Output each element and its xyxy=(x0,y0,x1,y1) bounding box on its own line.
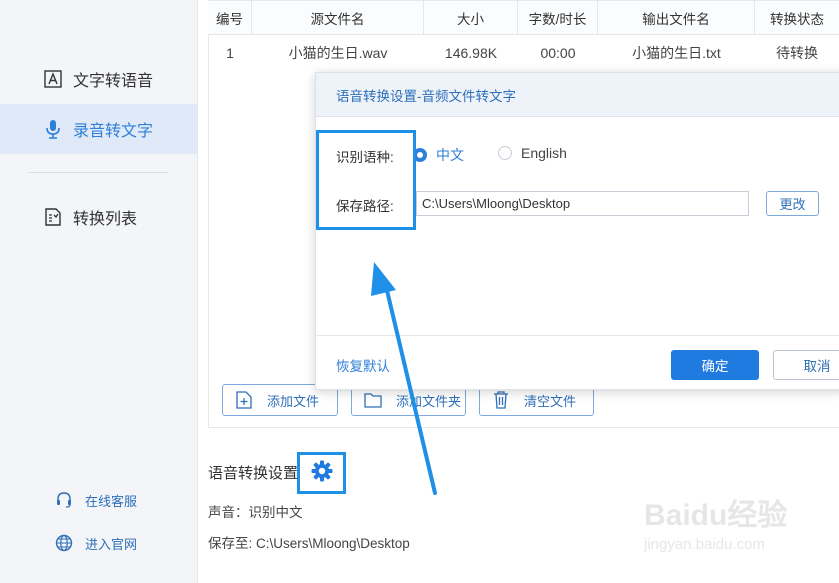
watermark-logo: Baidu经验 xyxy=(644,499,788,532)
official-site-link[interactable]: 进入官网 xyxy=(54,533,137,553)
radio-english[interactable]: English xyxy=(498,145,567,161)
voice-setting-text: 声音：识别中文 xyxy=(208,505,303,520)
official-site-label: 进入官网 xyxy=(85,536,138,552)
sidebar-item-text-to-speech[interactable]: 文字转语音 xyxy=(0,54,197,104)
table-cell: 待转换 xyxy=(776,44,818,61)
change-path-button[interactable]: 更改 xyxy=(766,191,819,216)
highlight-box xyxy=(316,130,416,230)
save-path-text: 保存至: C:\Users\Mloong\Desktop xyxy=(208,536,410,551)
settings-gear-button[interactable] xyxy=(297,452,346,494)
column-header[interactable]: 字数/时长 xyxy=(518,0,598,35)
sidebar-item-label: 转换列表 xyxy=(73,211,138,228)
column-header[interactable]: 编号 xyxy=(208,0,252,35)
microphone-icon xyxy=(42,118,64,140)
add-file-label: 添加文件 xyxy=(267,393,320,409)
cancel-button[interactable]: 取消 xyxy=(773,350,839,380)
dialog-title: 语音转换设置-音频文件转文字 xyxy=(316,73,839,117)
table-cell: 146.98K xyxy=(444,44,498,61)
table-row[interactable]: 1 小猫的生日.wav 146.98K 00:00 小猫的生日.txt 待转换 xyxy=(208,35,839,70)
online-support-label: 在线客服 xyxy=(85,493,138,509)
sidebar-item-conversion-list[interactable]: 转换列表 xyxy=(0,192,197,242)
watermark-url: jingyan.baidu.com xyxy=(644,536,765,553)
table-cell: 1 xyxy=(226,44,234,61)
folder-icon xyxy=(364,391,382,409)
clear-files-label: 清空文件 xyxy=(524,393,577,409)
save-path-input[interactable] xyxy=(416,191,749,216)
globe-icon xyxy=(54,533,74,553)
column-header[interactable]: 源文件名 xyxy=(252,0,424,35)
radio-unselected-icon xyxy=(498,146,512,160)
column-header[interactable]: 转换状态 xyxy=(755,0,839,35)
table-cell: 00:00 xyxy=(540,44,576,61)
text-to-speech-icon xyxy=(42,68,64,90)
column-header[interactable]: 大小 xyxy=(424,0,518,35)
sidebar-item-label: 文字转语音 xyxy=(73,73,154,90)
restore-default-link[interactable]: 恢复默认 xyxy=(336,355,390,375)
headset-icon xyxy=(54,490,74,510)
radio-english-label: English xyxy=(521,145,567,161)
sidebar: 文字转语音 录音转文字 转换列表 在线客服 进入官网 xyxy=(0,0,198,583)
add-folder-label: 添加文件夹 xyxy=(396,393,462,409)
sidebar-divider xyxy=(28,172,168,173)
settings-dialog: 语音转换设置-音频文件转文字 识别语种: 中文 English 保存路径: 更改… xyxy=(315,72,839,390)
table-cell: 小猫的生日.txt xyxy=(632,44,721,61)
watermark: Baidu经验 jingyan.baidu.com xyxy=(644,490,787,553)
sidebar-item-label: 录音转文字 xyxy=(73,123,154,140)
sidebar-item-speech-to-text[interactable]: 录音转文字 xyxy=(0,104,197,154)
file-table: 编号 源文件名 大小 字数/时长 输出文件名 转换状态 1 小猫的生日.wav … xyxy=(208,0,839,70)
column-header[interactable]: 输出文件名 xyxy=(598,0,755,35)
gear-icon xyxy=(311,460,333,487)
radio-chinese[interactable]: 中文 xyxy=(413,145,464,165)
radio-chinese-label: 中文 xyxy=(436,147,464,163)
settings-title: 语音转换设置 xyxy=(208,465,299,482)
online-support-link[interactable]: 在线客服 xyxy=(54,490,137,510)
dialog-divider xyxy=(316,335,839,336)
ok-button[interactable]: 确定 xyxy=(671,350,759,380)
list-icon xyxy=(42,206,64,228)
table-header: 编号 源文件名 大小 字数/时长 输出文件名 转换状态 xyxy=(208,0,839,35)
add-file-icon xyxy=(235,391,253,409)
trash-icon xyxy=(492,391,510,409)
table-cell: 小猫的生日.wav xyxy=(288,44,388,61)
